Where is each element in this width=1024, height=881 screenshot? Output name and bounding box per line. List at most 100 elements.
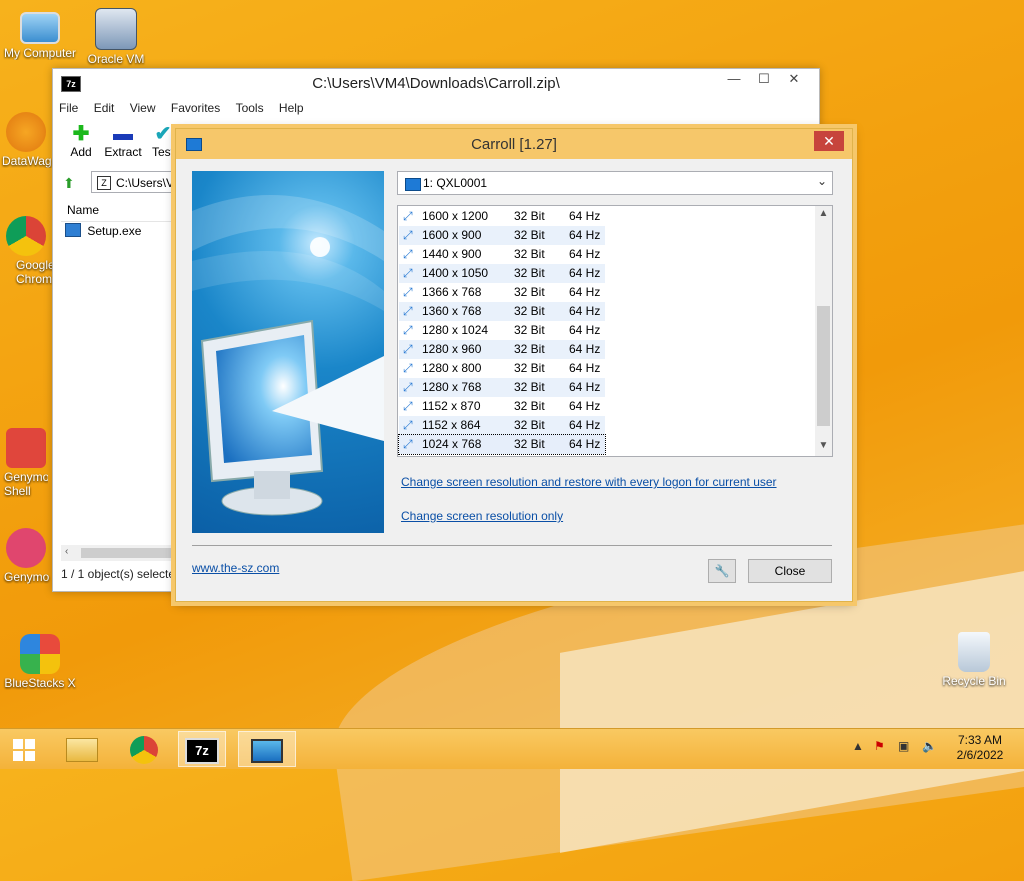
- resolution-cell: 1152 x 870: [422, 399, 481, 413]
- add-button[interactable]: ✚ Add: [59, 123, 103, 159]
- close-button[interactable]: Close: [748, 559, 832, 583]
- show-hidden-icons-button[interactable]: ▲: [852, 739, 864, 753]
- taskbar: 7z ▲ ⚑ ▣ 🔈 7:33 AM 2/6/2022: [0, 728, 1024, 769]
- chevron-up-icon[interactable]: ▲: [815, 208, 832, 219]
- table-row[interactable]: ⤢ 1152 x 864 32 Bit 64 Hz: [399, 416, 605, 435]
- menu-favorites[interactable]: Favorites: [171, 99, 220, 117]
- table-row[interactable]: ⤢ 1280 x 960 32 Bit 64 Hz: [399, 340, 605, 359]
- table-row[interactable]: ⤢ 1280 x 1024 32 Bit 64 Hz: [399, 321, 605, 340]
- table-row[interactable]: ⤢ 1280 x 800 32 Bit 64 Hz: [399, 359, 605, 378]
- refresh-rate-cell: 64 Hz: [569, 209, 601, 223]
- resolution-cell: 1152 x 864: [422, 418, 481, 432]
- resolution-cell: 1360 x 768: [422, 304, 482, 318]
- table-row[interactable]: ⤢ 1280 x 768 32 Bit 64 Hz: [399, 378, 605, 397]
- resolution-cell: 1280 x 960: [422, 342, 482, 356]
- menu-view[interactable]: View: [130, 99, 156, 117]
- vertical-scrollbar[interactable]: ▲ ▼: [815, 206, 832, 456]
- menu-edit[interactable]: Edit: [94, 99, 115, 117]
- exe-file-icon: [65, 223, 81, 237]
- sevenzip-menubar: File Edit View Favorites Tools Help: [53, 99, 819, 117]
- folder-icon: [66, 737, 98, 762]
- resize-arrow-icon: ⤢: [403, 304, 413, 318]
- start-button[interactable]: [0, 731, 48, 767]
- resolution-list[interactable]: ⤢ 1600 x 1200 32 Bit 64 Hz ⤢ 1600 x 900 32 Bit…: [397, 205, 833, 457]
- change-resolution-restore-link[interactable]: Change screen resolution and restore wit…: [401, 475, 777, 489]
- menu-file[interactable]: File: [59, 99, 78, 117]
- bit-depth-cell: 32 Bit: [514, 304, 545, 318]
- divider: [192, 545, 832, 546]
- dialog-title: Carroll [1.27]: [471, 136, 557, 153]
- table-row[interactable]: ⤢ 1152 x 870 32 Bit 64 Hz: [399, 397, 605, 416]
- bit-depth-cell: 32 Bit: [514, 399, 545, 413]
- refresh-rate-cell: 64 Hz: [569, 361, 601, 375]
- close-icon[interactable]: ✕: [814, 131, 844, 151]
- minimize-button[interactable]: —: [719, 69, 749, 89]
- taskbar-carroll[interactable]: [238, 731, 296, 767]
- table-row[interactable]: ⤢ 1600 x 900 32 Bit 64 Hz: [399, 226, 605, 245]
- network-icon[interactable]: ▣: [898, 739, 909, 753]
- chevron-down-icon[interactable]: ▼: [815, 440, 832, 451]
- table-row[interactable]: ⤢ 1600 x 1200 32 Bit 64 Hz: [399, 207, 605, 226]
- resize-arrow-icon: ⤢: [403, 209, 413, 223]
- monitor-illustration: [192, 195, 384, 516]
- up-folder-icon[interactable]: ⬆: [63, 175, 75, 192]
- bit-depth-cell: 32 Bit: [514, 418, 545, 432]
- resize-arrow-icon: ⤢: [403, 266, 413, 280]
- sevenzip-title: C:\Users\VM4\Downloads\Carroll.zip\: [312, 75, 560, 92]
- menu-tools[interactable]: Tools: [236, 99, 264, 117]
- table-row[interactable]: ⤢ 1024 x 768 32 Bit 64 Hz: [398, 434, 606, 455]
- refresh-rate-cell: 64 Hz: [569, 323, 601, 337]
- dialog-titlebar[interactable]: Carroll [1.27] ✕: [176, 129, 852, 159]
- change-resolution-only-link[interactable]: Change screen resolution only: [401, 509, 563, 523]
- desktop-icon-recycle-bin[interactable]: Recycle Bin: [934, 632, 1014, 688]
- action-center-flag-icon[interactable]: ⚑: [874, 739, 885, 753]
- bit-depth-cell: 32 Bit: [514, 437, 545, 451]
- settings-button[interactable]: 🔧: [708, 559, 736, 583]
- resize-arrow-icon: ⤢: [403, 285, 413, 299]
- bit-depth-cell: 32 Bit: [514, 342, 545, 356]
- taskbar-clock[interactable]: 7:33 AM 2/6/2022: [952, 733, 1008, 763]
- list-item[interactable]: Setup.exe: [65, 223, 141, 238]
- extract-button[interactable]: ▬ Extract: [101, 123, 145, 159]
- genymotion-icon: [6, 528, 46, 568]
- refresh-rate-cell: 64 Hz: [569, 399, 601, 413]
- resolution-cell: 1024 x 768: [422, 437, 482, 451]
- resize-arrow-icon: ⤢: [403, 342, 413, 356]
- desktop-icon-oracle-vm[interactable]: Oracle VM: [76, 8, 156, 66]
- status-bar: 1 / 1 object(s) selecte: [61, 567, 176, 581]
- maximize-button[interactable]: ☐: [749, 69, 779, 89]
- refresh-rate-cell: 64 Hz: [569, 247, 601, 261]
- chevron-down-icon[interactable]: ⌄: [817, 174, 827, 188]
- taskbar-chrome[interactable]: [120, 731, 168, 767]
- table-row[interactable]: ⤢ 1400 x 1050 32 Bit 64 Hz: [399, 264, 605, 283]
- bit-depth-cell: 32 Bit: [514, 228, 545, 242]
- resize-arrow-icon: ⤢: [403, 361, 413, 375]
- resize-arrow-icon: ⤢: [403, 323, 413, 337]
- taskbar-file-explorer[interactable]: [58, 731, 106, 767]
- desktop-icon-my-computer[interactable]: My Computer: [0, 8, 80, 60]
- table-row[interactable]: ⤢ 1366 x 768 32 Bit 64 Hz: [399, 283, 605, 302]
- resolution-cell: 1280 x 768: [422, 380, 482, 394]
- bit-depth-cell: 32 Bit: [514, 361, 545, 375]
- table-row[interactable]: ⤢ 1360 x 768 32 Bit 64 Hz: [399, 302, 605, 321]
- desktop-icon-bluestacks[interactable]: BlueStacks X: [0, 634, 80, 690]
- table-row[interactable]: ⤢ 1440 x 900 32 Bit 64 Hz: [399, 245, 605, 264]
- website-link[interactable]: www.the-sz.com: [192, 561, 279, 575]
- display-select[interactable]: 1: QXL0001 ⌄: [397, 171, 833, 195]
- resize-arrow-icon: ⤢: [403, 380, 413, 394]
- menu-help[interactable]: Help: [279, 99, 304, 117]
- resize-arrow-icon: ⤢: [403, 228, 413, 242]
- resize-arrow-icon: ⤢: [403, 437, 413, 451]
- bit-depth-cell: 32 Bit: [514, 209, 545, 223]
- close-icon[interactable]: ✕: [779, 69, 809, 89]
- refresh-rate-cell: 64 Hz: [569, 342, 601, 356]
- monitor-icon: [405, 178, 421, 191]
- sevenzip-titlebar[interactable]: 7z C:\Users\VM4\Downloads\Carroll.zip\ —…: [53, 69, 819, 99]
- volume-muted-icon[interactable]: 🔈: [922, 739, 937, 753]
- resolution-cell: 1280 x 1024: [422, 323, 489, 337]
- chevron-left-icon[interactable]: ‹: [65, 546, 68, 557]
- resolution-cell: 1600 x 900: [422, 228, 482, 242]
- scroll-thumb[interactable]: [817, 306, 830, 426]
- taskbar-7zip[interactable]: 7z: [178, 731, 226, 767]
- monitor-icon: [251, 738, 283, 763]
